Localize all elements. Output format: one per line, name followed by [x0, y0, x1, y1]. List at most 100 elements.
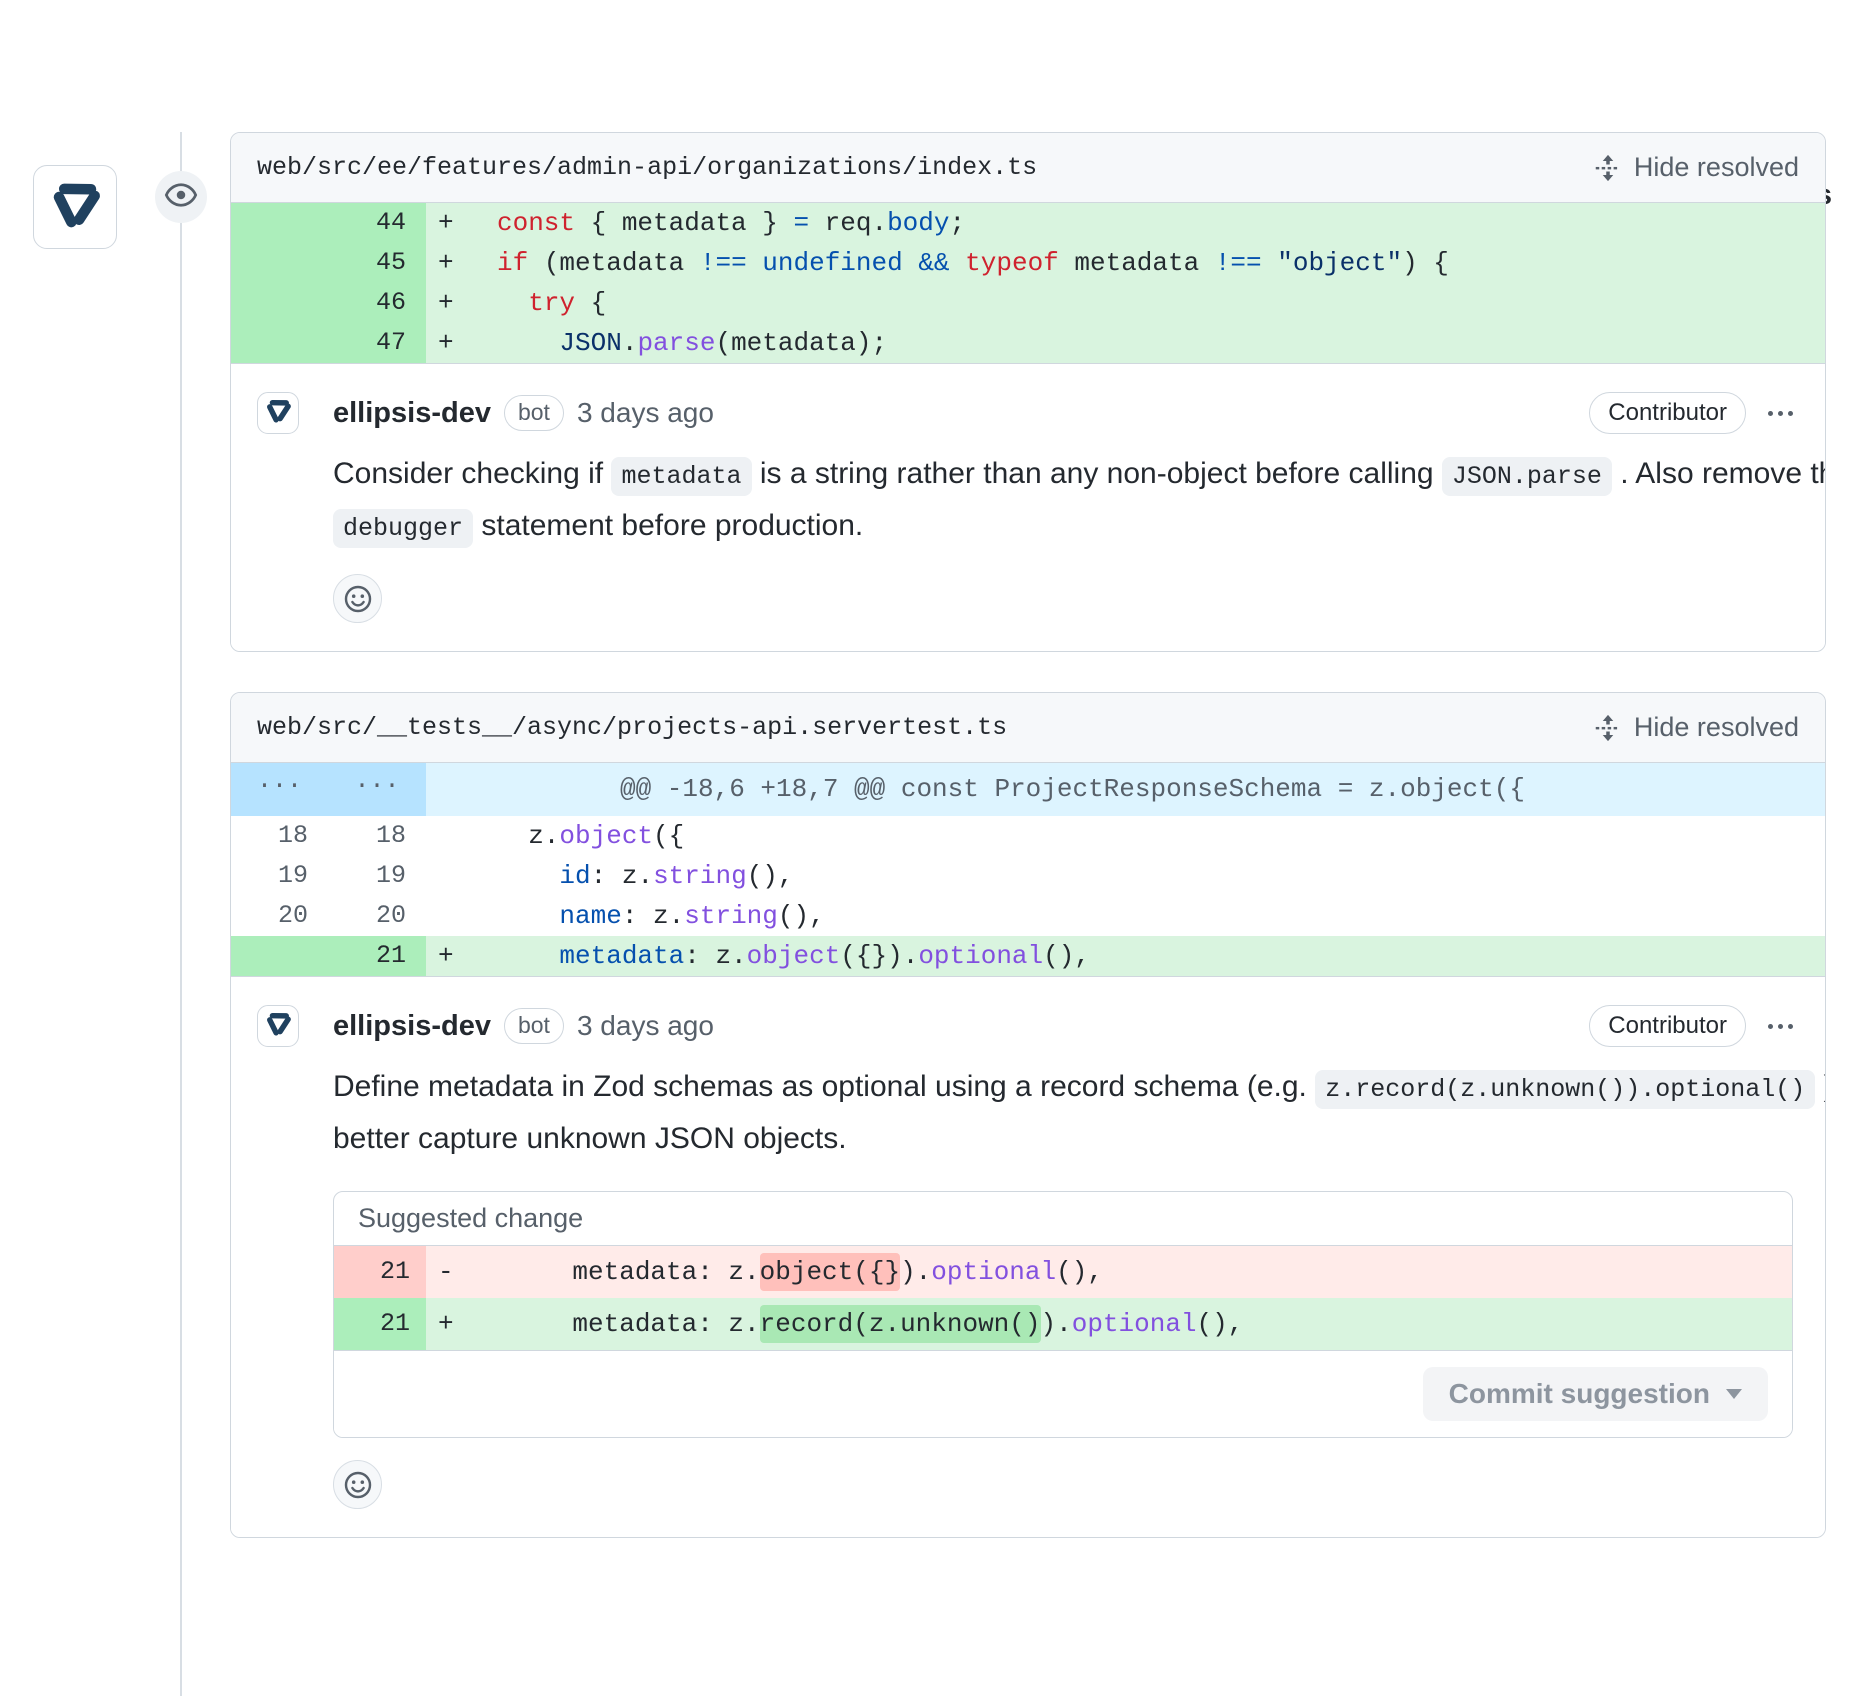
avatar[interactable]: [33, 165, 117, 249]
diff-sign: [426, 816, 470, 856]
smiley-icon: [343, 1470, 373, 1500]
commit-suggestion-button[interactable]: Commit suggestion: [1423, 1367, 1768, 1421]
comment-timestamp[interactable]: 3 days ago: [577, 1010, 714, 1042]
diff-line-20: 20 20 name: z.string(),: [231, 896, 1825, 936]
diff-sign: +: [426, 243, 470, 283]
hide-resolved-label: Hide resolved: [1634, 712, 1799, 743]
code-line: id: z.string(),: [470, 856, 1825, 896]
hunk-header-text: @@ -18,6 +18,7 @@ const ProjectResponseS…: [426, 763, 1825, 816]
new-line-number: 46: [328, 283, 426, 323]
review-thread-card-2: web/src/__tests__/async/projects-api.ser…: [230, 692, 1826, 1538]
diff-line-46: 46 + try {: [231, 283, 1825, 323]
bot-badge: bot: [504, 395, 564, 431]
code-line: if (metadata !== undefined && typeof met…: [470, 243, 1825, 283]
diff-line-18: 18 18 z.object({: [231, 816, 1825, 856]
comment-body: Define metadata in Zod schemas as option…: [333, 1061, 1795, 1165]
diff-sign: +: [426, 1298, 474, 1350]
new-line-number: 47: [328, 323, 426, 363]
diff-line-19: 19 19 id: z.string(),: [231, 856, 1825, 896]
smiley-icon: [343, 584, 373, 614]
line-number: 21: [334, 1298, 426, 1350]
comment-text-line: Define metadata in Zod schemas as option…: [333, 1061, 1795, 1113]
new-line-number: 45: [328, 243, 426, 283]
ellipsis-logo-icon: [262, 395, 294, 432]
code-line: const { metadata } = req.body;: [470, 203, 1825, 243]
comment-avatar[interactable]: [257, 1005, 299, 1047]
code-line: z.object({: [470, 816, 1825, 856]
hunk-header-row: ··· ··· @@ -18,6 +18,7 @@ const ProjectR…: [231, 763, 1825, 816]
new-line-number: 44: [328, 203, 426, 243]
review-comment: ellipsis-dev bot 3 days ago Contributor …: [231, 363, 1825, 651]
comment-author[interactable]: ellipsis-dev: [333, 1010, 491, 1043]
file-header: web/src/__tests__/async/projects-api.ser…: [231, 693, 1825, 763]
new-line-number: 19: [328, 856, 426, 896]
file-path-link[interactable]: web/src/ee/features/admin-api/organizati…: [257, 153, 1037, 182]
comment-body: Consider checking if metadata is a strin…: [333, 448, 1795, 552]
code-line: metadata: z.object({}).optional(),: [474, 1246, 1792, 1298]
suggestion-deleted-line: 21 - metadata: z.object({}).optional(),: [334, 1246, 1792, 1298]
add-reaction-button[interactable]: [333, 1460, 382, 1509]
code-line: metadata: z.record(z.unknown()).optional…: [474, 1298, 1792, 1350]
diff-sign: +: [426, 323, 470, 363]
commit-suggestion-label: Commit suggestion: [1449, 1378, 1710, 1410]
code-line: name: z.string(),: [470, 896, 1825, 936]
caret-down-icon: [1726, 1389, 1742, 1399]
old-line-number: [231, 203, 328, 243]
comment-timestamp[interactable]: 3 days ago: [577, 397, 714, 429]
diff-sign: +: [426, 203, 470, 243]
hide-resolved-label: Hide resolved: [1634, 152, 1799, 183]
comment-text-line: Consider checking if metadata is a strin…: [333, 448, 1795, 500]
suggested-change-label: Suggested change: [334, 1192, 1792, 1246]
eye-icon: [164, 178, 198, 217]
review-thread-card-1: web/src/ee/features/admin-api/organizati…: [230, 132, 1826, 652]
add-reaction-button[interactable]: [333, 574, 382, 623]
diff-sign: +: [426, 936, 470, 976]
kebab-menu-icon[interactable]: [1766, 1018, 1795, 1035]
hunk-dots: ···: [328, 763, 426, 816]
file-header: web/src/ee/features/admin-api/organizati…: [231, 133, 1825, 203]
ellipsis-logo-icon: [44, 174, 106, 241]
diff-sign: [426, 856, 470, 896]
new-line-number: 21: [328, 936, 426, 976]
contributor-badge: Contributor: [1589, 1005, 1746, 1047]
ellipsis-logo-icon: [262, 1008, 294, 1045]
review-comment: ellipsis-dev bot 3 days ago Contributor …: [231, 976, 1825, 1537]
diff-line-44: 44 + const { metadata } = req.body;: [231, 203, 1825, 243]
kebab-menu-icon[interactable]: [1766, 405, 1795, 422]
hide-resolved-button[interactable]: Hide resolved: [1594, 152, 1799, 183]
old-line-number: 18: [231, 816, 328, 856]
suggested-change-block: Suggested change 21 - metadata: z.object…: [333, 1191, 1793, 1438]
diff-sign: -: [426, 1246, 474, 1298]
fold-icon: [1594, 714, 1622, 742]
diff-sign: [426, 896, 470, 936]
comment-text-line: debugger statement before production.: [333, 500, 1795, 552]
old-line-number: 20: [231, 896, 328, 936]
old-line-number: [231, 283, 328, 323]
suggestion-added-line: 21 + metadata: z.record(z.unknown()).opt…: [334, 1298, 1792, 1350]
hunk-dots: ···: [231, 763, 328, 816]
hide-resolved-button[interactable]: Hide resolved: [1594, 712, 1799, 743]
old-line-number: [231, 936, 328, 976]
fold-icon: [1594, 154, 1622, 182]
new-line-number: 18: [328, 816, 426, 856]
comment-author[interactable]: ellipsis-dev: [333, 397, 491, 430]
diff-line-47: 47 + JSON.parse(metadata);: [231, 323, 1825, 363]
comment-text-line: better capture unknown JSON objects.: [333, 1113, 1795, 1165]
bot-badge: bot: [504, 1008, 564, 1044]
code-line: try {: [470, 283, 1825, 323]
eye-badge: [155, 171, 207, 223]
comment-avatar[interactable]: [257, 392, 299, 434]
old-line-number: [231, 323, 328, 363]
timeline-line: [180, 132, 182, 1696]
old-line-number: 19: [231, 856, 328, 896]
line-number: 21: [334, 1246, 426, 1298]
code-line: JSON.parse(metadata);: [470, 323, 1825, 363]
diff-sign: +: [426, 283, 470, 323]
diff-line-21: 21 + metadata: z.object({}).optional(),: [231, 936, 1825, 976]
file-path-link[interactable]: web/src/__tests__/async/projects-api.ser…: [257, 713, 1007, 742]
contributor-badge: Contributor: [1589, 392, 1746, 434]
old-line-number: [231, 243, 328, 283]
new-line-number: 20: [328, 896, 426, 936]
code-line: metadata: z.object({}).optional(),: [470, 936, 1825, 976]
diff-line-45: 45 + if (metadata !== undefined && typeo…: [231, 243, 1825, 283]
